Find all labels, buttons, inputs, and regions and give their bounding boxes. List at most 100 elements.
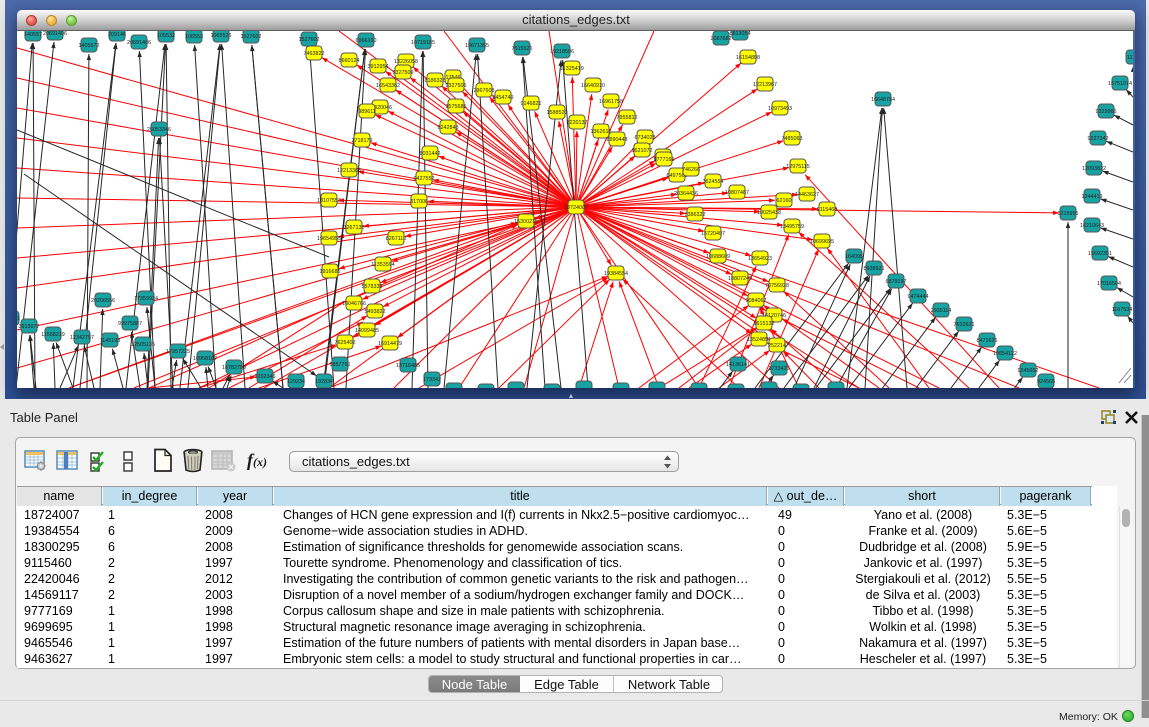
svg-text:8990448: 8990448 [607, 137, 628, 143]
svg-text:9327505: 9327505 [446, 83, 467, 89]
svg-text:16640910: 16640910 [581, 83, 605, 89]
svg-text:1588520: 1588520 [547, 110, 568, 116]
svg-text:8454749: 8454749 [493, 95, 514, 101]
svg-text:9084067: 9084067 [746, 298, 767, 304]
svg-text:16543362: 16543362 [376, 83, 400, 89]
svg-text:16961758: 16961758 [599, 99, 623, 105]
svg-text:14136141: 14136141 [726, 362, 750, 368]
svg-text:15692351: 15692351 [1088, 251, 1112, 257]
svg-text:1145193: 1145193 [100, 338, 121, 344]
svg-text:13495759: 13495759 [780, 224, 804, 230]
svg-text:105532: 105532 [157, 33, 175, 39]
svg-text:10958107: 10958107 [193, 356, 217, 362]
svg-text:924565: 924565 [1037, 379, 1055, 385]
svg-text:11568219: 11568219 [41, 332, 65, 338]
svg-text:3624554: 3624554 [703, 179, 724, 185]
svg-text:17359924: 17359924 [134, 296, 158, 302]
svg-text:18724007: 18724007 [564, 205, 588, 211]
svg-text:19218506: 19218506 [550, 49, 574, 55]
svg-text:1916685: 1916685 [320, 269, 341, 275]
svg-text:20206556: 20206556 [91, 298, 115, 304]
svg-text:7515526: 7515526 [512, 46, 533, 52]
svg-text:8660124: 8660124 [339, 58, 360, 64]
svg-text:13716485: 13716485 [396, 363, 420, 369]
svg-text:14099485: 14099485 [355, 328, 379, 334]
svg-text:3915977: 3915977 [19, 324, 40, 330]
svg-text:106553: 106553 [185, 34, 203, 40]
svg-text:11123: 11123 [1127, 55, 1133, 61]
svg-text:3215955: 3215955 [1058, 211, 1079, 217]
svg-text:3267130: 3267130 [344, 225, 365, 231]
svg-text:8813054: 8813054 [730, 31, 751, 37]
svg-text:140557: 140557 [24, 32, 42, 38]
svg-text:13654923: 13654923 [748, 256, 772, 262]
svg-text:9227342: 9227342 [1088, 136, 1109, 142]
svg-text:1527602: 1527602 [299, 37, 320, 43]
svg-text:11353594: 11353594 [371, 262, 395, 268]
svg-text:12093822: 12093822 [1082, 166, 1106, 172]
svg-text:9245652: 9245652 [1018, 368, 1039, 374]
svg-text:173342: 173342 [423, 377, 441, 383]
svg-text:9777169: 9777169 [654, 157, 675, 163]
svg-text:16154808: 16154808 [736, 55, 760, 61]
svg-text:8186328: 8186328 [425, 78, 446, 84]
svg-text:10025438: 10025438 [757, 210, 781, 216]
svg-text:2967608: 2967608 [474, 88, 495, 94]
svg-text:1244419: 1244419 [1082, 194, 1103, 200]
svg-text:129234: 129234 [287, 379, 305, 385]
svg-text:10973493: 10973493 [768, 106, 792, 112]
svg-text:8031442: 8031442 [420, 151, 441, 157]
svg-text:3912954: 3912954 [368, 64, 389, 70]
svg-text:215001: 215001 [17, 316, 20, 322]
svg-text:20691406: 20691406 [43, 31, 67, 37]
svg-text:7625402: 7625402 [335, 340, 356, 346]
svg-text:1292346: 1292346 [255, 374, 276, 380]
svg-text:18807249: 18807249 [728, 276, 752, 282]
svg-text:12213967: 12213967 [753, 82, 777, 88]
svg-text:62160: 62160 [777, 198, 792, 204]
svg-text:10688609: 10688609 [706, 254, 730, 260]
svg-text:20364436: 20364436 [674, 191, 698, 197]
svg-text:5578332: 5578332 [362, 284, 383, 290]
svg-text:10654122: 10654122 [993, 351, 1017, 357]
svg-text:8220137: 8220137 [567, 120, 588, 126]
svg-text:11325419: 11325419 [560, 66, 584, 72]
svg-text:164095: 164095 [845, 254, 863, 260]
svg-text:26053346: 26053346 [147, 127, 171, 133]
svg-text:15720407: 15720407 [701, 231, 725, 237]
svg-text:15751074: 15751074 [1108, 81, 1132, 87]
svg-text:10719185: 10719185 [411, 40, 435, 46]
svg-text:8267110: 8267110 [386, 236, 407, 242]
svg-text:192834: 192834 [315, 379, 333, 385]
svg-text:1405572: 1405572 [79, 43, 100, 49]
svg-text:5493822: 5493822 [365, 309, 386, 315]
svg-text:8938921: 8938921 [864, 266, 885, 272]
svg-text:1362615: 1362615 [591, 129, 612, 135]
svg-text:1621072: 1621072 [632, 148, 653, 154]
svg-text:12342757: 12342757 [70, 335, 94, 341]
svg-text:7386322: 7386322 [685, 212, 706, 218]
svg-text:16648784: 16648784 [871, 97, 895, 103]
svg-text:2935114: 2935114 [931, 308, 952, 314]
svg-text:6734028: 6734028 [635, 135, 656, 141]
svg-text:3575685: 3575685 [446, 104, 467, 110]
svg-text:16782759: 16782759 [222, 365, 246, 371]
svg-text:9115460: 9115460 [817, 207, 838, 213]
svg-text:18107553: 18107553 [317, 198, 341, 204]
svg-text:19671355: 19671355 [465, 43, 489, 49]
svg-text:17957225: 17957225 [166, 349, 190, 355]
svg-text:2718179: 2718179 [352, 138, 373, 144]
svg-text:14463627: 14463627 [795, 192, 819, 198]
svg-text:20691406: 20691406 [127, 40, 151, 46]
svg-text:19654955: 19654955 [317, 236, 341, 242]
svg-text:12505135: 12505135 [131, 342, 155, 348]
svg-text:9857791: 9857791 [330, 362, 351, 368]
svg-text:9242848: 9242848 [438, 125, 459, 131]
svg-text:1615132: 1615132 [754, 321, 775, 327]
svg-text:9427552: 9427552 [414, 176, 435, 182]
svg-text:209146: 209146 [108, 32, 126, 38]
svg-text:15300215: 15300215 [514, 219, 538, 225]
svg-text:1167534: 1167534 [1112, 307, 1133, 313]
svg-text:17016504: 17016504 [1097, 281, 1121, 287]
svg-text:1733426: 1733426 [769, 366, 790, 372]
